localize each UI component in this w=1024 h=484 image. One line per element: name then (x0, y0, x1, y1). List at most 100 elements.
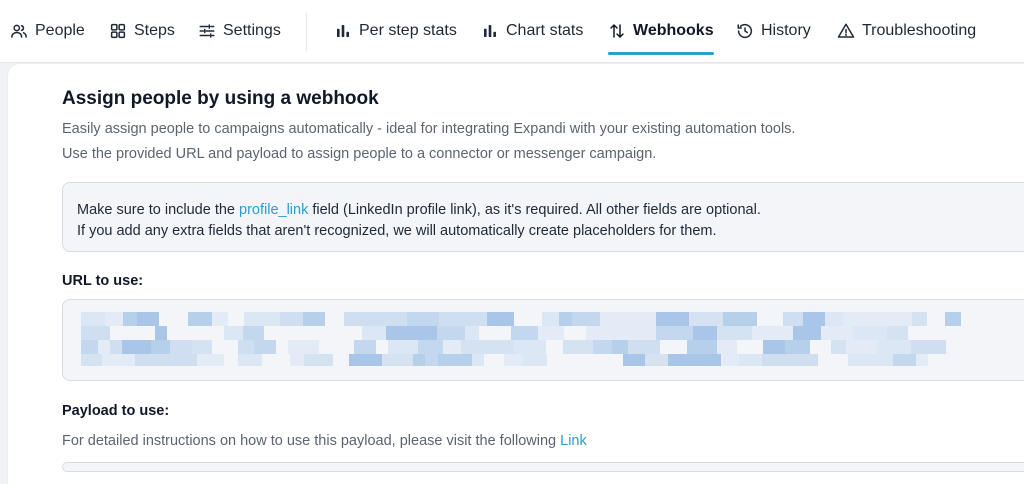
redaction-block (697, 354, 721, 366)
redaction-block (668, 354, 697, 366)
redaction-block (514, 340, 546, 354)
redaction-block (793, 326, 821, 340)
notice-text: Make sure to include the (77, 202, 240, 218)
bar-chart-icon (484, 25, 496, 37)
url-label: URL to use: (62, 273, 144, 289)
redaction-block (893, 354, 916, 366)
redaction-block (382, 354, 413, 366)
redaction-block (151, 340, 170, 354)
redaction-block (478, 340, 514, 354)
redaction-block (172, 354, 197, 366)
redaction-block (349, 354, 382, 366)
people-icon (11, 24, 27, 38)
tab-troubleshooting[interactable]: Troubleshooting (837, 0, 976, 62)
payload-instructions-link[interactable]: Link (560, 433, 587, 449)
redaction-block (290, 354, 304, 366)
tab-steps[interactable]: Steps (109, 0, 175, 62)
redaction-block (304, 354, 333, 366)
redaction-block (848, 354, 871, 366)
redaction-block (785, 340, 810, 354)
tab-people[interactable]: People (10, 0, 85, 62)
redaction-block (386, 326, 417, 340)
redaction-block (135, 354, 148, 366)
redaction-block (593, 340, 612, 354)
redaction-block (122, 340, 151, 354)
redaction-block (105, 312, 123, 326)
redaction-block (81, 326, 110, 340)
redaction-block (457, 354, 472, 366)
redaction-block (504, 354, 522, 366)
redaction-block (439, 312, 453, 326)
payload-field[interactable] (62, 462, 1024, 472)
redaction-block (417, 326, 437, 340)
redaction-block (600, 312, 623, 326)
redaction-block (878, 312, 912, 326)
redaction-block (723, 312, 757, 326)
redaction-block (461, 340, 478, 354)
history-icon (737, 23, 753, 39)
redaction-block (81, 312, 105, 326)
redaction-block (853, 326, 887, 340)
redaction-block (192, 340, 212, 354)
redaction-block (418, 340, 443, 354)
redaction-block (752, 326, 780, 340)
redaction-block (303, 312, 325, 326)
page-description-1: Easily assign people to campaigns automa… (62, 121, 796, 137)
redaction-block (912, 312, 927, 326)
redaction-block (656, 312, 674, 326)
redaction-block (739, 354, 762, 366)
redaction-block (821, 326, 853, 340)
redaction-block (137, 312, 159, 326)
tab-settings-label: Settings (223, 22, 281, 39)
info-notice: Make sure to include the profile_link fi… (62, 182, 1024, 252)
redaction-block (238, 354, 262, 366)
webhook-url-field[interactable] (62, 299, 1024, 381)
tab-troubleshooting-label: Troubleshooting (862, 22, 977, 39)
redaction-block (843, 312, 864, 326)
tab-bar: People Steps Settings Per step stats Cha… (0, 0, 1024, 63)
tab-webhooks[interactable]: Webhooks (608, 0, 714, 62)
redaction-block (453, 312, 487, 326)
redaction-block (871, 354, 893, 366)
redaction-block (803, 312, 825, 326)
redaction-block (188, 312, 212, 326)
redaction-block (465, 326, 479, 340)
active-tab-indicator (608, 52, 714, 55)
redaction-block (916, 354, 928, 366)
redaction-block (864, 312, 878, 326)
payload-help-prefix: For detailed instructions on how to use … (62, 433, 561, 449)
profile-link-field-link[interactable]: profile_link (239, 202, 308, 218)
redaction-block (623, 312, 656, 326)
redaction-block (717, 326, 752, 340)
tab-history[interactable]: History (736, 0, 811, 62)
tab-webhooks-label: Webhooks (633, 22, 714, 39)
redaction-block (542, 312, 559, 326)
redaction-block (472, 354, 484, 366)
redaction-block (437, 326, 465, 340)
redaction-block (438, 354, 457, 366)
redaction-block (612, 340, 628, 354)
redaction-block (628, 340, 660, 354)
redaction-block (621, 326, 656, 340)
redaction-block (693, 326, 717, 340)
redaction-block (170, 340, 192, 354)
page-description-2: Use the provided URL and payload to assi… (62, 146, 657, 162)
notice-line-2: If you add any extra fields that aren't … (77, 223, 717, 239)
redaction-block (877, 340, 911, 354)
notice-line-1: Make sure to include the profile_link fi… (77, 200, 1024, 221)
redaction-block (381, 312, 407, 326)
tab-chart-stats[interactable]: Chart stats (481, 0, 583, 62)
redaction-block (148, 354, 172, 366)
redaction-block (572, 312, 600, 326)
redaction-block (563, 340, 593, 354)
redaction-block (238, 340, 254, 354)
tab-settings[interactable]: Settings (198, 0, 281, 62)
redaction-block (98, 340, 110, 354)
redaction-block (674, 312, 689, 326)
redaction-block (354, 340, 376, 354)
redaction-block (887, 326, 908, 340)
tab-chart-stats-label: Chart stats (506, 22, 584, 39)
tab-per-step-stats[interactable]: Per step stats (334, 0, 457, 62)
redaction-block (197, 354, 224, 366)
redaction-block (911, 340, 946, 354)
